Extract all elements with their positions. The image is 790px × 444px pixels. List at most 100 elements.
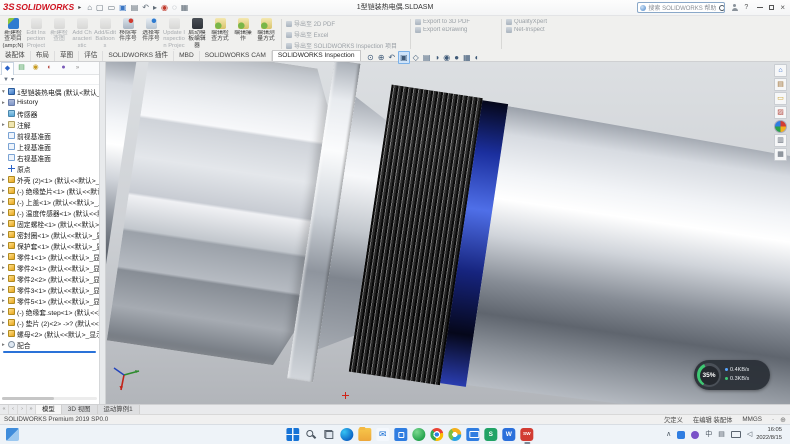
edge-icon[interactable]: [340, 428, 353, 441]
remote-monitor-icon[interactable]: [466, 428, 479, 441]
tree-item[interactable]: ▸ 零件1<1> (默认<<默认>_显示状态: [0, 251, 99, 262]
tree-item[interactable]: ▸ 零件3<1> (默认<<默认>_显示状: [0, 284, 99, 295]
propertymanager-tab[interactable]: ▤: [15, 62, 28, 74]
file-explorer-icon[interactable]: [358, 428, 371, 441]
rollback-bar[interactable]: [3, 351, 96, 353]
ribbon-tab[interactable]: 装配体: [0, 51, 31, 61]
apply-scene-icon[interactable]: ▦: [462, 52, 472, 63]
tree-item[interactable]: ▸ (-) 绝缘垫片<1> (默认<<默认>_显: [0, 185, 99, 196]
start-button[interactable]: [286, 428, 299, 441]
view-settings-icon[interactable]: ◐: [474, 52, 481, 63]
ribbon-button[interactable]: 新建检查项目 (amp;N): [2, 17, 24, 51]
tree-horizontal-scrollbar[interactable]: [2, 397, 97, 400]
assistant-icon[interactable]: [691, 431, 699, 439]
doc-tab-nav-button[interactable]: ›: [18, 405, 27, 414]
doc-tab-nav-button[interactable]: »: [27, 405, 36, 414]
open-icon[interactable]: ▭: [108, 4, 116, 12]
graphics-viewport[interactable]: ⌂▤▭▨▥▦ 35% 0.4KB/s 0.3KB/s: [106, 62, 790, 404]
ribbon-tab[interactable]: SOLIDWORKS CAM: [200, 51, 272, 61]
doc-tab[interactable]: 运动算例1: [98, 405, 140, 414]
tree-item[interactable]: ▸ (-) 温度传感器<1> (默认<<默认>_: [0, 207, 99, 218]
save-icon[interactable]: ▣: [119, 4, 127, 12]
ribbon-button[interactable]: 编辑检查方式: [209, 17, 231, 51]
design-library-icon[interactable]: ▤: [774, 78, 787, 91]
zoom-to-fit-icon[interactable]: ⊙: [366, 52, 375, 63]
export-button[interactable]: Export eDrawing: [415, 27, 497, 33]
ribbon-button[interactable]: 选择零件序号: [140, 17, 162, 51]
tree-item[interactable]: ▸ 注解: [0, 119, 99, 130]
search-input[interactable]: 搜索 SOLIDWORKS 帮助: [637, 2, 725, 13]
ribbon-tab[interactable]: SOLIDWORKS Inspection: [272, 50, 361, 61]
appearances-scenes-icon[interactable]: [774, 120, 787, 133]
custom-properties-icon[interactable]: ▥: [774, 134, 787, 147]
tree-item[interactable]: ▸ 螺母<2> (默认<<默认>_显示状态: [0, 328, 99, 339]
tree-item[interactable]: ▸ 零件5<1> (默认<<默认>_显示状: [0, 295, 99, 306]
menu-flyout-arrow[interactable]: ▸: [78, 4, 81, 11]
mail-icon[interactable]: [376, 428, 389, 441]
hidden-icons-chevron[interactable]: ∧: [666, 431, 671, 438]
volume-icon[interactable]: ◁: [747, 431, 752, 438]
scrollbar-thumb[interactable]: [2, 397, 54, 400]
view-palette-icon[interactable]: ▨: [774, 106, 787, 119]
login-icon[interactable]: [730, 3, 739, 12]
tree-item[interactable]: ▸ (-) 绝缘套.step<1> (默认<<默认>: [0, 306, 99, 317]
restore-button[interactable]: [769, 5, 774, 10]
print-icon[interactable]: ▤: [131, 4, 139, 12]
file-explorer-icon[interactable]: ▭: [774, 92, 787, 105]
tree-item[interactable]: ▸ 配合: [0, 339, 99, 350]
browser-360-icon[interactable]: [412, 428, 425, 441]
section-view-icon[interactable]: ▣: [398, 51, 410, 64]
tree-filter[interactable]: ▼▾: [0, 75, 99, 85]
tree-item[interactable]: ▸ History: [0, 97, 99, 108]
ribbon-button[interactable]: 编辑测量方式: [255, 17, 277, 51]
select-icon[interactable]: ▸: [153, 4, 157, 12]
doc-tab[interactable]: 3D 视图: [62, 405, 98, 414]
rebuild-icon[interactable]: ◉: [161, 4, 168, 12]
ribbon-button[interactable]: Add Characteristic: [71, 17, 93, 51]
tree-item[interactable]: ▸ (-) 垫片 (2)<2> ->? (默认<<默认: [0, 317, 99, 328]
doc-tab[interactable]: 模型: [36, 405, 62, 414]
ribbon-tab[interactable]: 布局: [31, 51, 55, 61]
globe-icon[interactable]: ⊕: [780, 416, 786, 424]
panel-tabs-overflow[interactable]: »: [71, 62, 84, 74]
close-button[interactable]: ×: [780, 4, 785, 12]
zoom-to-area-icon[interactable]: ⊕: [377, 52, 386, 63]
undo-icon[interactable]: ↶: [142, 4, 149, 12]
app-s-icon[interactable]: S: [484, 428, 497, 441]
options-icon[interactable]: ◌: [172, 4, 177, 12]
tree-item[interactable]: ▸ 前视基准面: [0, 130, 99, 141]
solidworks-app-icon[interactable]: SW: [520, 428, 533, 441]
display-style-icon[interactable]: ◑: [433, 52, 440, 63]
input-indicator-icon[interactable]: ▤: [718, 431, 725, 438]
ribbon-tab[interactable]: 草图: [55, 51, 79, 61]
hide-show-items-icon[interactable]: ◉: [442, 52, 451, 63]
quality-button[interactable]: Net-Inspect: [506, 27, 566, 33]
previous-view-icon[interactable]: ↶: [387, 52, 396, 63]
ime-mode-icon[interactable]: 中: [705, 431, 712, 438]
tree-root-item[interactable]: ▾ 1型铠装热电偶 (默认<默认_显示状态-1: [0, 86, 99, 97]
doc-tab-nav-button[interactable]: ‹: [9, 405, 18, 414]
ribbon-button[interactable]: 启动模板编辑器: [186, 17, 208, 51]
ribbon-button[interactable]: 新建检查图: [48, 17, 70, 51]
security-icon[interactable]: [677, 431, 685, 439]
solidworks-resources-icon[interactable]: ⌂: [774, 64, 787, 77]
annotation-view-icon[interactable]: ◇: [412, 52, 420, 63]
ribbon-button[interactable]: 编辑操作: [232, 17, 254, 51]
ribbon-button[interactable]: Add/Edit Balloons: [94, 17, 116, 51]
dimxpertmanager-tab[interactable]: ◐: [43, 62, 56, 74]
tree-item[interactable]: ▸ 上视基准面: [0, 141, 99, 152]
tree-item[interactable]: ▸ 密封圈<1> (默认<<默认>_显示状: [0, 229, 99, 240]
browser2-icon[interactable]: [448, 428, 461, 441]
edit-appearance-icon[interactable]: ●: [453, 52, 460, 63]
ribbon-tab[interactable]: MBD: [174, 51, 200, 61]
store-icon[interactable]: [394, 428, 407, 441]
tree-item[interactable]: ▸ 外壳 (2)<1> (默认<<默认>_显示状: [0, 174, 99, 185]
configurationmanager-tab[interactable]: ◉: [29, 62, 42, 74]
pane-options-icon[interactable]: ▦: [774, 148, 787, 161]
ribbon-button[interactable]: Edit Inspection Project: [25, 17, 47, 51]
export-button[interactable]: 导出至 2D PDF: [286, 19, 406, 28]
export-button[interactable]: 导出至 Excel: [286, 30, 406, 39]
tree-item[interactable]: ▸ 传感器: [0, 108, 99, 119]
tree-item[interactable]: ▸ 固定螺栓<1> (默认<<默认>_显示: [0, 218, 99, 229]
cast-icon[interactable]: [731, 431, 741, 438]
